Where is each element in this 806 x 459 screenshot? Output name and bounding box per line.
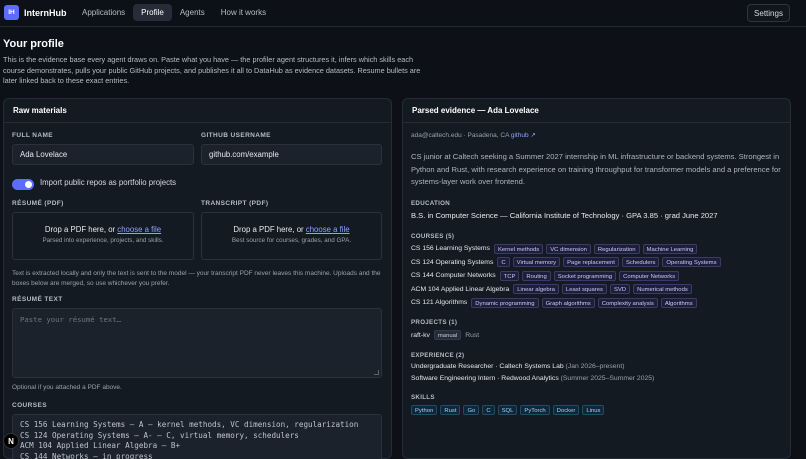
resume-pdf-label: RÉSUMÉ (PDF) <box>12 200 64 207</box>
skill-tag: C <box>497 257 510 267</box>
skill-tag: Operating Systems <box>662 257 721 267</box>
page-description: This is the evidence base every agent dr… <box>3 55 421 85</box>
privacy-note: Text is extracted locally and only the t… <box>12 270 381 287</box>
page-title: Your profile <box>3 38 64 50</box>
experience-org: · Redwood Analytics <box>495 374 559 382</box>
skill-tag: Numerical methods <box>633 284 692 294</box>
transcript-drop-text: Drop a PDF here, or <box>233 225 306 234</box>
experience-dates: (Summer 2025–Summer 2025) <box>558 374 655 382</box>
skill-tag: TCP <box>499 270 520 281</box>
skill-chip: Linux <box>582 405 605 415</box>
skill-chip: SQL <box>497 405 518 415</box>
skill-tag: Least squares <box>561 284 607 294</box>
course-name: ACM 104 Applied Linear Algebra <box>411 285 510 293</box>
github-link[interactable]: github ↗ <box>511 132 536 139</box>
course-row: CS 121 Algorithms Dynamic programming Gr… <box>411 297 700 308</box>
course-row: CS 124 Operating Systems C Virtual memor… <box>411 257 724 268</box>
skill-tag: Virtual memory <box>512 257 561 267</box>
skill-tag: SVD <box>609 284 631 294</box>
nav-applications[interactable]: Applications <box>74 4 133 21</box>
profile-summary: CS junior at Caltech seeking a Summer 20… <box>411 152 781 186</box>
project-source-tag: manual <box>433 330 462 340</box>
resume-text-input[interactable]: Paste your résumé text… <box>12 308 382 378</box>
skill-tag: Dynamic programming <box>471 297 539 308</box>
import-repos-label: Import public repos as portfolio project… <box>40 178 177 187</box>
resume-dropzone[interactable]: Drop a PDF here, or choose a file Parsed… <box>12 212 194 260</box>
skill-tag: VC dimension <box>546 243 591 254</box>
github-username-field[interactable]: github.com/example <box>201 144 382 165</box>
skill-tag: Algorithms <box>660 297 697 308</box>
skill-chip: C <box>482 405 495 415</box>
transcript-choose-file-link[interactable]: choose a file <box>306 225 350 234</box>
skills-section-label: SKILLS <box>411 394 435 401</box>
transcript-drop-hint: Best source for courses, grades, and GPA… <box>231 237 352 244</box>
skill-chip: PyTorch <box>520 405 550 415</box>
resume-drop-hint: Parsed into experience, projects, and sk… <box>42 237 164 244</box>
app-logo[interactable]: IH <box>4 5 19 20</box>
experience-item: Undergraduate Researcher · Caltech Syste… <box>411 363 624 370</box>
nav-how-it-works[interactable]: How it works <box>213 4 274 21</box>
raw-materials-title: Raw materials <box>4 99 391 123</box>
import-repos-toggle[interactable] <box>12 179 34 190</box>
resume-drop-text: Drop a PDF here, or <box>44 225 118 234</box>
courses-section-label: COURSES (5) <box>411 233 455 240</box>
transcript-pdf-label: TRANSCRIPT (PDF) <box>201 200 269 207</box>
course-name: CS 156 Learning Systems <box>411 245 490 252</box>
github-username-label: GITHUB USERNAME <box>201 132 271 139</box>
courses-label: COURSES <box>12 402 47 409</box>
experience-role: Software Engineering Intern <box>411 374 496 382</box>
transcript-dropzone[interactable]: Drop a PDF here, or choose a file Best s… <box>201 212 382 260</box>
skill-chip: Go <box>463 405 480 415</box>
education-entry: B.S. in Computer Science — California In… <box>411 211 718 220</box>
resume-choose-file-link[interactable]: choose a file <box>117 225 161 234</box>
project-language: Rust <box>465 331 480 339</box>
course-row: CS 144 Computer Networks TCP Routing Soc… <box>411 270 682 281</box>
skill-tag: Routing <box>522 270 551 281</box>
settings-button[interactable]: Settings <box>747 4 790 22</box>
course-row: CS 156 Learning Systems Kernel methods V… <box>411 243 700 254</box>
experience-item: Software Engineering Intern · Redwood An… <box>411 375 654 382</box>
project-item: raft-kv manual Rust <box>411 330 479 340</box>
corner-n-badge[interactable]: N <box>3 433 19 449</box>
full-name-field[interactable]: Ada Lovelace <box>12 144 194 165</box>
resume-text-label: RÉSUMÉ TEXT <box>12 296 63 303</box>
skill-tag: Graph algorithms <box>541 297 595 308</box>
skill-chip: Docker <box>552 405 580 415</box>
skill-chip: Rust <box>440 405 461 415</box>
experience-org: · Caltech Systems Lab <box>493 363 564 370</box>
resume-text-helper: Optional if you attached a PDF above. <box>12 384 122 391</box>
course-name: CS 144 Computer Networks <box>411 272 496 279</box>
skill-tag: Page replacement <box>563 257 619 267</box>
skill-tag: Socket programming <box>553 270 617 281</box>
skill-tag: Complexity analysis <box>597 297 658 308</box>
skill-tag: Kernel methods <box>493 243 544 254</box>
course-name: CS 124 Operating Systems <box>411 258 494 266</box>
top-nav: IH InternHub Applications Profile Agents… <box>0 0 806 27</box>
nav-links: Applications Profile Agents How it works <box>74 4 274 21</box>
skill-chip: Python <box>411 405 438 415</box>
skill-tag: Computer Networks <box>619 270 680 281</box>
skills-list: Python Rust Go C SQL PyTorch Docker Linu… <box>411 405 607 415</box>
skill-tag: Machine Learning <box>642 243 698 254</box>
education-label: EDUCATION <box>411 200 451 207</box>
parsed-evidence-title: Parsed evidence — Ada Lovelace <box>403 99 790 123</box>
experience-role: Undergraduate Researcher <box>411 363 494 370</box>
experience-section-label: EXPERIENCE (2) <box>411 352 465 359</box>
course-name: CS 121 Algorithms <box>411 299 468 306</box>
email: ada@caltech.edu <box>411 132 462 139</box>
nav-profile[interactable]: Profile <box>133 4 172 21</box>
experience-dates: (Jan 2026–present) <box>563 363 625 370</box>
courses-input[interactable]: CS 156 Learning Systems — A — kernel met… <box>12 414 382 459</box>
full-name-label: FULL NAME <box>12 132 54 139</box>
contact-line: ada@caltech.edu · Pasadena, CA github ↗ <box>411 132 536 139</box>
nav-agents[interactable]: Agents <box>172 4 213 21</box>
course-row: ACM 104 Applied Linear Algebra Linear al… <box>411 284 695 295</box>
skill-tag: Regularization <box>593 243 640 254</box>
project-name: raft-kv <box>411 331 430 339</box>
skill-tag: Schedulers <box>621 257 660 267</box>
location: Pasadena, CA <box>467 132 510 139</box>
app-name[interactable]: InternHub <box>24 8 67 18</box>
projects-section-label: PROJECTS (1) <box>411 319 458 326</box>
skill-tag: Linear algebra <box>513 284 559 294</box>
